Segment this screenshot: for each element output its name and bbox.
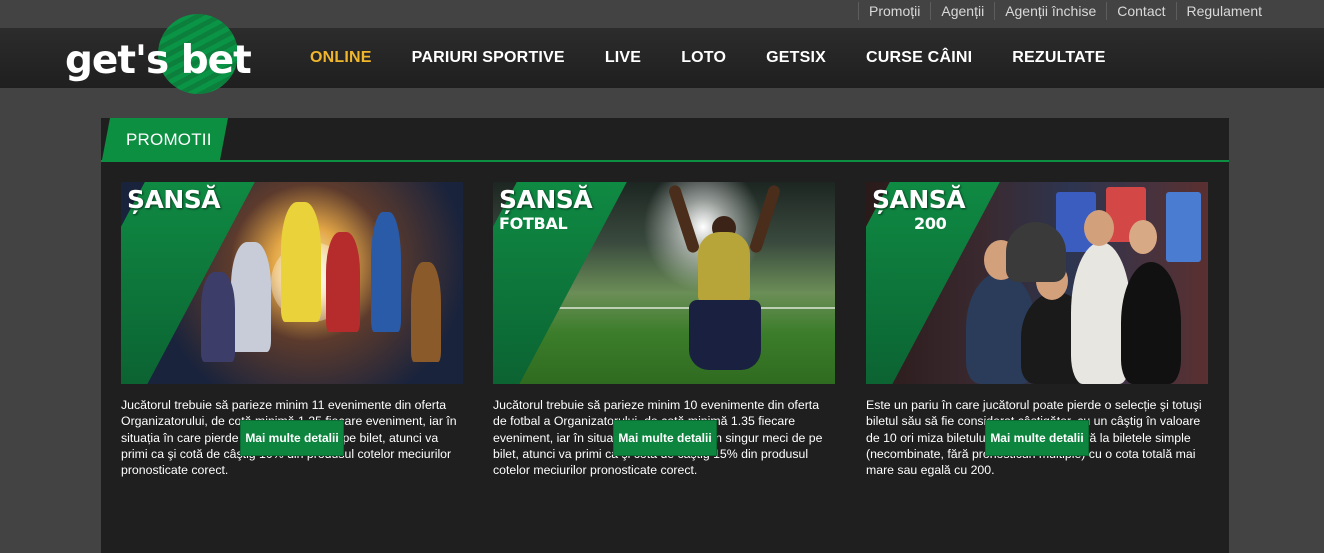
promo-image-sansa[interactable]: ȘANSĂ [121,182,463,384]
top-link-agentii[interactable]: Agenții [930,2,994,20]
more-details-button-sansa-fotbal[interactable]: Mai multe detalii [613,420,717,456]
promo-image-sansa-200[interactable]: ȘANSĂ 200 [866,182,1208,384]
promo-image-title: ȘANSĂ [127,185,221,214]
promo-image-subtitle: 200 [914,214,947,233]
promo-image-title: ȘANSĂ [872,185,966,214]
nav-pariuri-sportive[interactable]: PARIURI SPORTIVE [392,49,585,67]
nav-curse-caini[interactable]: CURSE CÂINI [846,49,992,67]
more-details-button-sansa[interactable]: Mai multe detalii [240,420,344,456]
nav-getsix[interactable]: GETSIX [746,49,846,67]
nav-rezultate[interactable]: REZULTATE [992,49,1125,67]
nav-live[interactable]: LIVE [585,49,661,67]
promo-image-sansa-fotbal[interactable]: ȘANSĂ FOTBAL [493,182,835,384]
logo-text: get's bet [65,38,252,83]
promo-image-title: ȘANSĂ [499,185,593,214]
promo-image-subtitle: FOTBAL [499,214,568,233]
panel-header: PROMOTII [101,118,1229,162]
top-links: Promoții Agenții Agenții închise Contact… [858,2,1272,20]
panel-title-tab: PROMOTII [102,118,228,160]
panel-title: PROMOTII [126,130,212,149]
gets-bet-logo[interactable]: get's bet [63,14,252,94]
more-details-button-sansa-200[interactable]: Mai multe detalii [985,420,1089,456]
top-link-promotii[interactable]: Promoții [858,2,930,20]
promotions-panel: PROMOTII ȘANSĂ Jucătorul trebuie să pari… [101,118,1229,553]
top-link-regulament[interactable]: Regulament [1175,2,1273,20]
top-link-agentii-inchise[interactable]: Agenții închise [994,2,1106,20]
nav-online[interactable]: ONLINE [290,49,392,67]
main-nav: ONLINE PARIURI SPORTIVE LIVE LOTO GETSIX… [290,28,1126,88]
top-link-contact[interactable]: Contact [1106,2,1175,20]
nav-loto[interactable]: LOTO [661,49,746,67]
